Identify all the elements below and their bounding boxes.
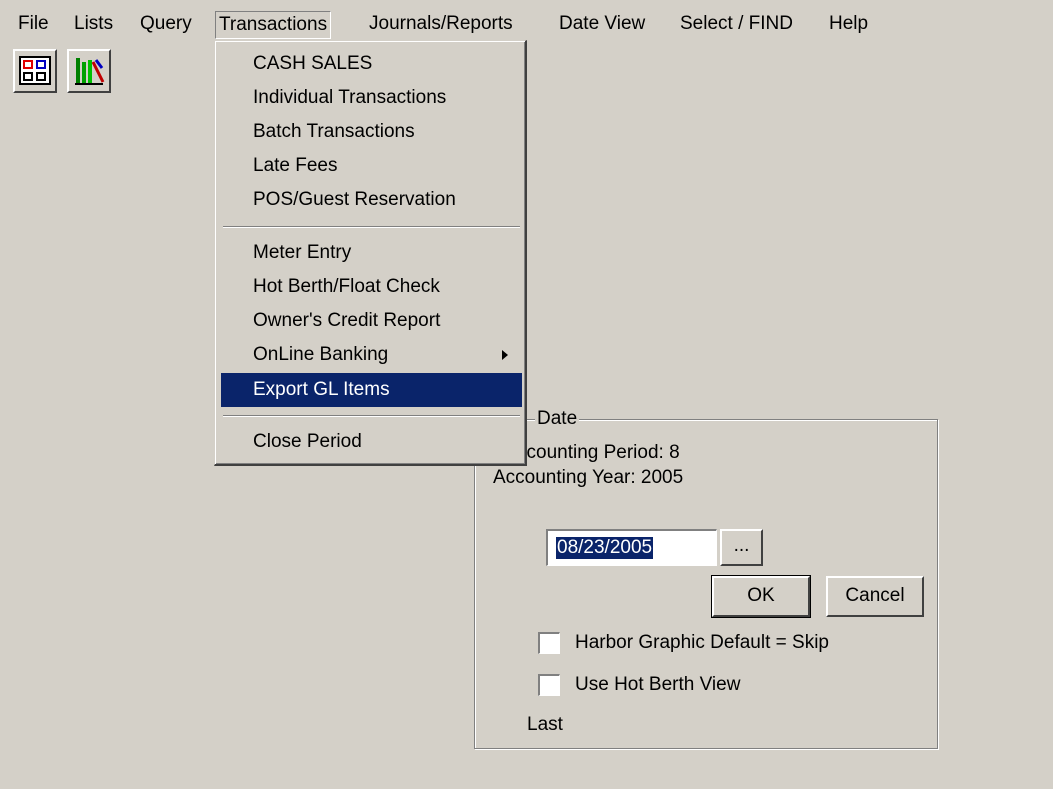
menu-separator xyxy=(223,226,520,228)
menu-item-meter-entry[interactable]: Meter Entry xyxy=(221,236,522,270)
accounting-period-label: ccounting Period: 8 xyxy=(517,442,680,463)
menu-query[interactable]: Query xyxy=(137,11,195,39)
menu-item-cash-sales[interactable]: CASH SALES xyxy=(221,47,522,81)
date-input[interactable]: 08/23/2005 xyxy=(546,529,717,566)
toolbar-button-calendar[interactable] xyxy=(13,49,57,93)
menu-item-hot-berth-float-check[interactable]: Hot Berth/Float Check xyxy=(221,270,522,304)
menu-bar: File Lists Query Transactions Journals/R… xyxy=(0,0,1053,40)
chart-bars-icon xyxy=(75,58,105,85)
menu-transactions[interactable]: Transactions xyxy=(215,11,332,39)
menu-file[interactable]: File xyxy=(15,11,52,39)
transactions-menu: CASH SALES Individual Transactions Batch… xyxy=(214,40,527,466)
menu-item-pos-guest-reservation[interactable]: POS/Guest Reservation xyxy=(221,183,522,217)
cancel-button[interactable]: Cancel xyxy=(826,576,924,617)
ok-button[interactable]: OK xyxy=(711,575,811,618)
hot-berth-label: Use Hot Berth View xyxy=(575,674,741,695)
submenu-arrow-icon xyxy=(502,350,508,360)
menu-date-view[interactable]: Date View xyxy=(556,11,648,39)
harbor-graphic-label: Harbor Graphic Default = Skip xyxy=(575,632,829,653)
menu-item-online-banking-label: OnLine Banking xyxy=(253,344,389,365)
toolbar-button-chart[interactable] xyxy=(67,49,111,93)
menu-item-late-fees[interactable]: Late Fees xyxy=(221,149,522,183)
accounting-year-label: Accounting Year: 2005 xyxy=(493,467,684,488)
menu-separator xyxy=(223,415,520,417)
menu-item-individual-transactions[interactable]: Individual Transactions xyxy=(221,81,522,115)
menu-item-export-gl-items[interactable]: Export GL Items xyxy=(221,373,522,407)
menu-item-online-banking[interactable]: OnLine Banking xyxy=(221,338,522,372)
last-label: Last xyxy=(527,714,563,735)
menu-help[interactable]: Help xyxy=(826,11,871,39)
hot-berth-checkbox[interactable] xyxy=(538,674,560,696)
calendar-grid-icon xyxy=(19,56,51,85)
harbor-graphic-checkbox[interactable] xyxy=(538,632,560,654)
date-input-value: 08/23/2005 xyxy=(556,537,654,559)
menu-item-close-period[interactable]: Close Period xyxy=(221,425,522,459)
date-group-title: Date xyxy=(535,408,580,430)
menu-select-find[interactable]: Select / FIND xyxy=(677,11,796,39)
date-browse-button[interactable]: ... xyxy=(720,529,763,566)
menu-journals-reports[interactable]: Journals/Reports xyxy=(366,11,516,39)
menu-item-owners-credit-report[interactable]: Owner's Credit Report xyxy=(221,304,522,338)
menu-item-batch-transactions[interactable]: Batch Transactions xyxy=(221,115,522,149)
menu-lists[interactable]: Lists xyxy=(71,11,116,39)
